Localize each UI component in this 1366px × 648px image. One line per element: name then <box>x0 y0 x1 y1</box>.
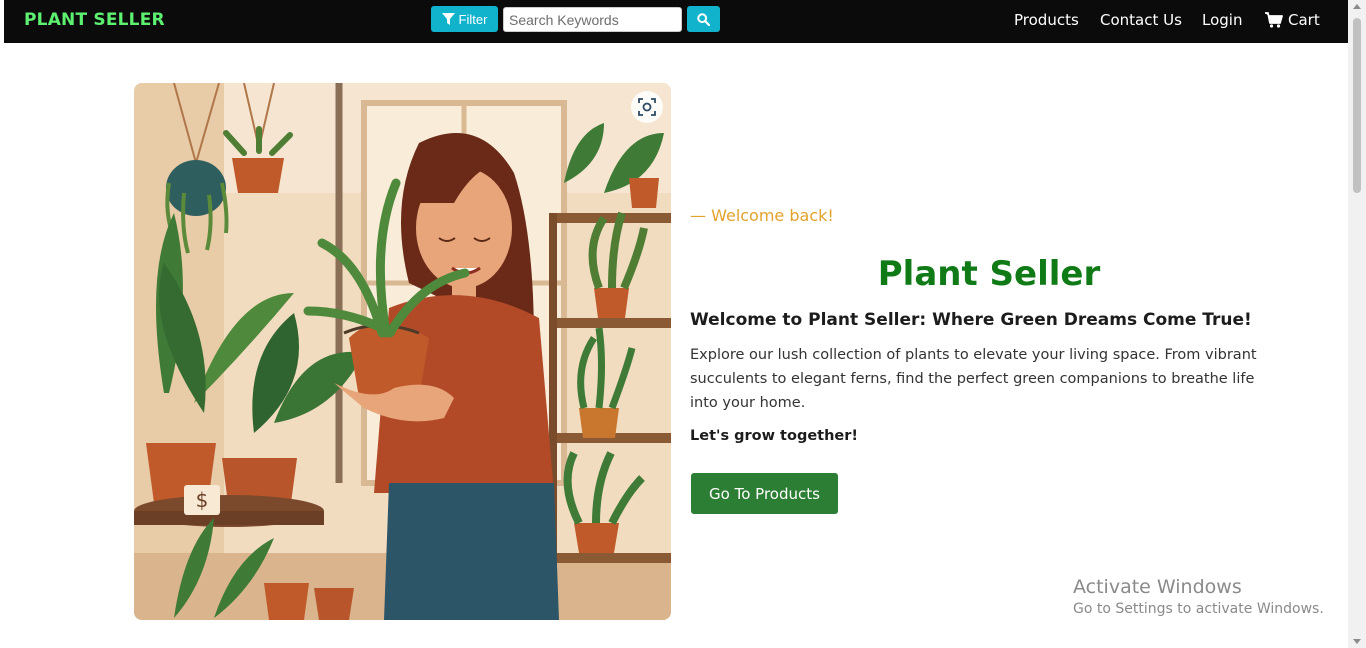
filter-icon <box>441 13 455 25</box>
hero-title: Plant Seller <box>877 254 1101 294</box>
hero-description: Explore our lush collection of plants to… <box>690 347 1257 411</box>
vertical-scrollbar[interactable] <box>1348 0 1366 648</box>
hero-tagline: Let's grow together! <box>690 428 859 444</box>
navbar: PLANT SELLER Filter Products Contact Us … <box>4 0 1348 43</box>
plant-shop-illustration: $ <box>134 83 671 620</box>
visual-search-icon <box>638 98 656 116</box>
scroll-down-arrow-icon[interactable] <box>1353 639 1361 644</box>
cart-icon <box>1265 12 1283 28</box>
search-input[interactable] <box>503 7 682 32</box>
filter-button[interactable]: Filter <box>431 6 498 32</box>
activate-windows-subtitle: Go to Settings to activate Windows. <box>1073 601 1324 617</box>
price-tag-symbol: $ <box>196 488 209 512</box>
nav-link-login[interactable]: Login <box>1202 11 1242 29</box>
scroll-thumb[interactable] <box>1353 18 1361 193</box>
page: PLANT SELLER Filter Products Contact Us … <box>0 0 1366 648</box>
search-button[interactable] <box>687 6 720 32</box>
welcome-back-text: — Welcome back! <box>690 206 834 225</box>
go-to-products-button[interactable]: Go To Products <box>691 473 838 514</box>
nav-link-contact[interactable]: Contact Us <box>1100 11 1182 29</box>
visual-search-button[interactable] <box>631 91 663 123</box>
cart-label: Cart <box>1288 11 1320 29</box>
hero-subtitle: Welcome to Plant Seller: Where Green Dre… <box>690 310 1252 330</box>
brand-logo[interactable]: PLANT SELLER <box>24 10 165 30</box>
hero-illustration: $ <box>134 83 671 620</box>
scroll-up-arrow-icon[interactable] <box>1353 4 1361 9</box>
search-icon <box>697 12 710 26</box>
nav-link-products[interactable]: Products <box>1014 11 1079 29</box>
nav-link-cart[interactable]: Cart <box>1265 11 1320 29</box>
activate-windows-title: Activate Windows <box>1073 576 1242 598</box>
filter-label: Filter <box>458 11 488 27</box>
